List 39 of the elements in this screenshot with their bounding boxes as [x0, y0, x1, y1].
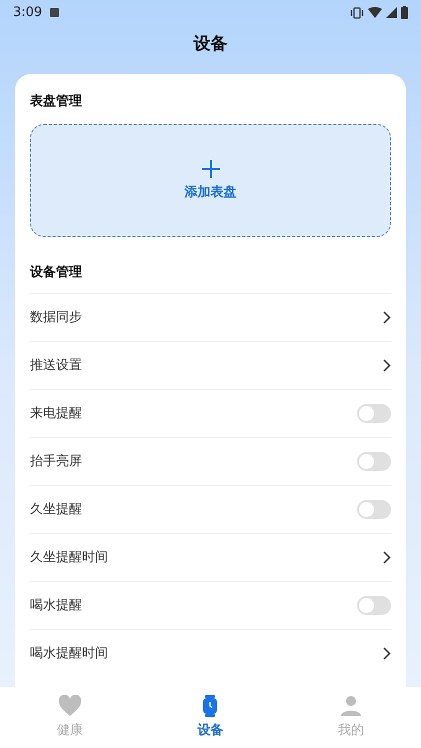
toggle-switch[interactable] [357, 404, 391, 423]
settings-row[interactable]: 推送设置 [30, 341, 391, 389]
row-label: 喝水提醒 [30, 596, 82, 615]
section-heading: 表盘管理 [30, 94, 82, 109]
plus-icon [200, 158, 220, 179]
signal-icon [386, 7, 397, 18]
heart-icon [58, 694, 82, 717]
settings-row[interactable]: 久坐提醒时间 [30, 533, 391, 581]
row-label: 推送设置 [30, 356, 82, 375]
settings-row[interactable]: 来电提醒 [30, 389, 391, 437]
page-title: 设备 [194, 33, 228, 56]
vibrate-icon [350, 6, 364, 18]
battery-icon [401, 6, 408, 19]
row-label: 久坐提醒时间 [30, 548, 108, 567]
toggle-switch[interactable] [357, 500, 391, 519]
person-icon [340, 694, 362, 717]
row-label: 喝水提醒时间 [30, 644, 108, 663]
settings-row[interactable]: 久坐提醒 [30, 485, 391, 533]
section-heading: 设备管理 [30, 265, 82, 280]
watch-icon [202, 694, 218, 717]
chevron-icon [383, 311, 391, 324]
toggle-switch[interactable] [357, 452, 391, 471]
status-time: 3:09 [13, 4, 42, 22]
row-label: 抬手亮屏 [30, 452, 82, 471]
nav-tab[interactable]: 设备 [140, 687, 281, 748]
chevron-icon [383, 551, 391, 564]
settings-row[interactable]: 喝水提醒时间 [30, 629, 391, 677]
wifi-icon [368, 7, 382, 18]
settings-row[interactable]: 喝水提醒 [30, 581, 391, 629]
chevron-icon [383, 647, 391, 660]
row-label: 久坐提醒 [30, 500, 82, 519]
settings-row[interactable]: 数据同步 [30, 293, 391, 341]
toggle-switch[interactable] [357, 596, 391, 615]
add-watch-face-button[interactable]: 添加表盘 [30, 124, 391, 237]
row-label: 来电提醒 [30, 404, 82, 423]
chevron-icon [383, 359, 391, 372]
settings-row[interactable]: 抬手亮屏 [30, 437, 391, 485]
notification-icon [50, 8, 60, 17]
row-label: 数据同步 [30, 308, 82, 327]
